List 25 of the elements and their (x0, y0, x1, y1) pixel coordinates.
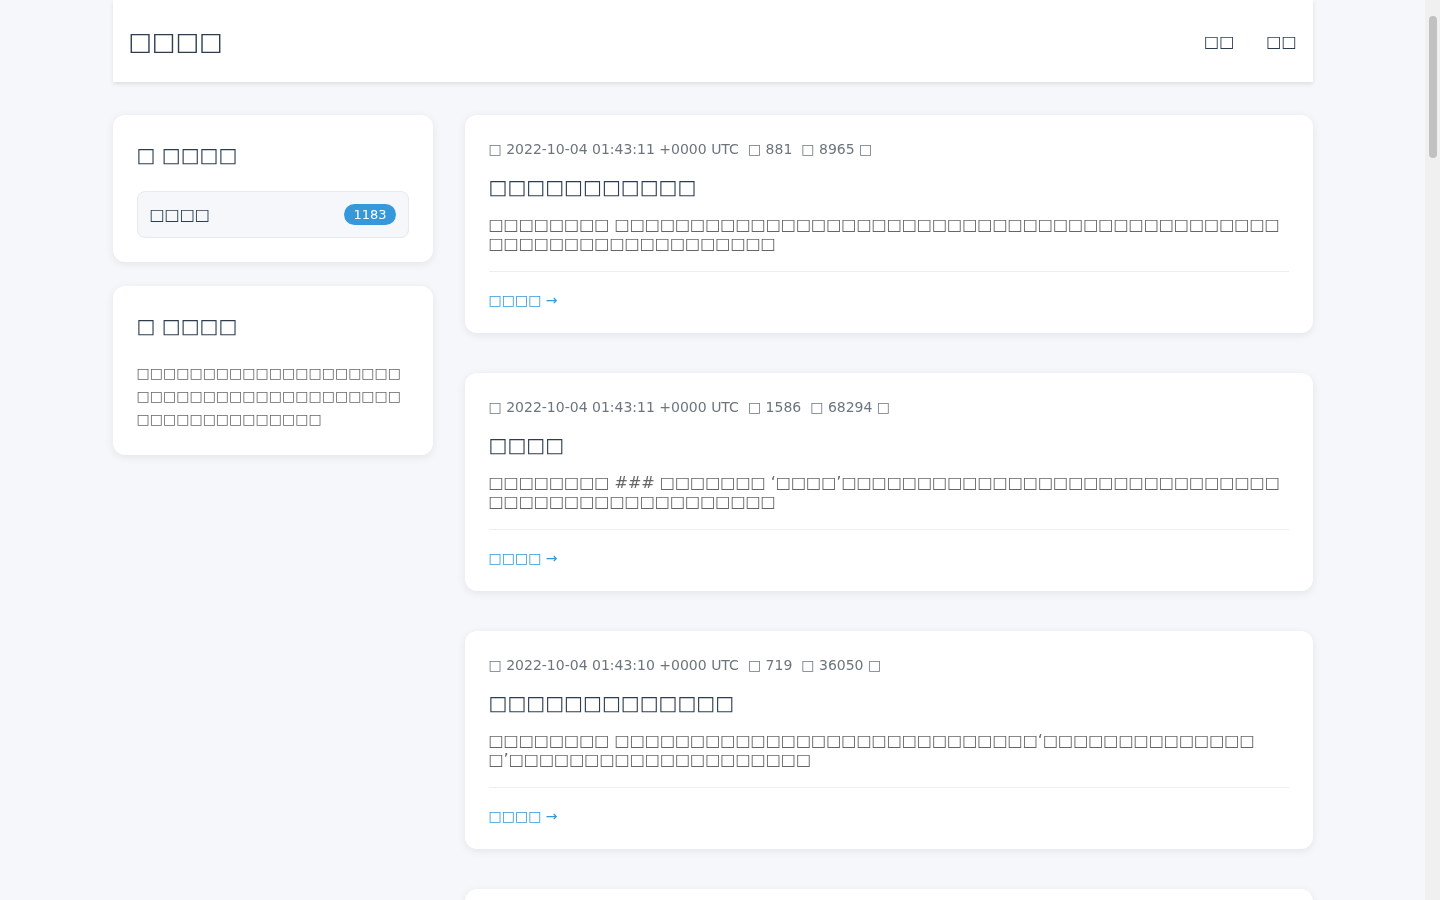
post-excerpt: □□□□□□□□ ### □□□□□□□ ‘□□□□’□□□□□□□□□□□□□□□□□□□□□□□□□□□□□□□□□□□□□□□□□□□□□□□□ (488, 473, 1281, 511)
word-count: □ 8965 □ (801, 141, 873, 157)
post-excerpt: □□□□□□□□ □□□□□□□□□□□□□□□□□□□□□□□□□□□□□□□□□□□□□□□□□□□□□□□□□□□□□□□□□□□□□□□ (488, 215, 1281, 253)
post-title[interactable]: □□□□ (488, 433, 1289, 457)
category-label: □□□□ (149, 205, 210, 224)
post-excerpt: □□□□□□□□ □□□□□□□□□□□□□□□□□□□□□□□□□□□□‘□□□□□□□□□□□□□□□’□□□□□□□□□□□□□□□□□□□□ (488, 731, 1256, 769)
nav-link[interactable]: □□ (1204, 31, 1235, 51)
post-title[interactable]: □□□□□□□□□□□ (488, 175, 1289, 199)
category-item[interactable]: □□□□ 1183 (136, 191, 409, 238)
word-count: □ 68294 □ (810, 399, 891, 415)
view-count: □ 1586 (747, 399, 802, 415)
post-date: □ 2022-10-04 01:43:10 +0000 UTC (488, 657, 739, 673)
site-logo[interactable]: □□□□ (128, 26, 223, 56)
view-count: □ 719 (747, 657, 793, 673)
count-badge: 1183 (344, 204, 396, 225)
scrollbar[interactable] (1425, 0, 1440, 900)
post-date: □ 2022-10-04 01:43:11 +0000 UTC (488, 141, 739, 157)
post-title[interactable]: □□□□□□□□□□□□□ (488, 691, 1289, 715)
card-title: □ □□□□ (136, 143, 239, 167)
card-title: □ □□□□ (136, 314, 239, 338)
post-date: □ 2022-10-04 01:43:11 +0000 UTC (488, 399, 739, 415)
view-count: □ 881 (747, 141, 793, 157)
about-text: □□□□□□□□□□□□□□□□□□□□□□□□□□□□□□□□□□□□□□□□□□□□□□□□□□□□□□ (136, 364, 403, 429)
nav-link[interactable]: □□ (1266, 31, 1297, 51)
word-count: □ 36050 □ (801, 657, 882, 673)
